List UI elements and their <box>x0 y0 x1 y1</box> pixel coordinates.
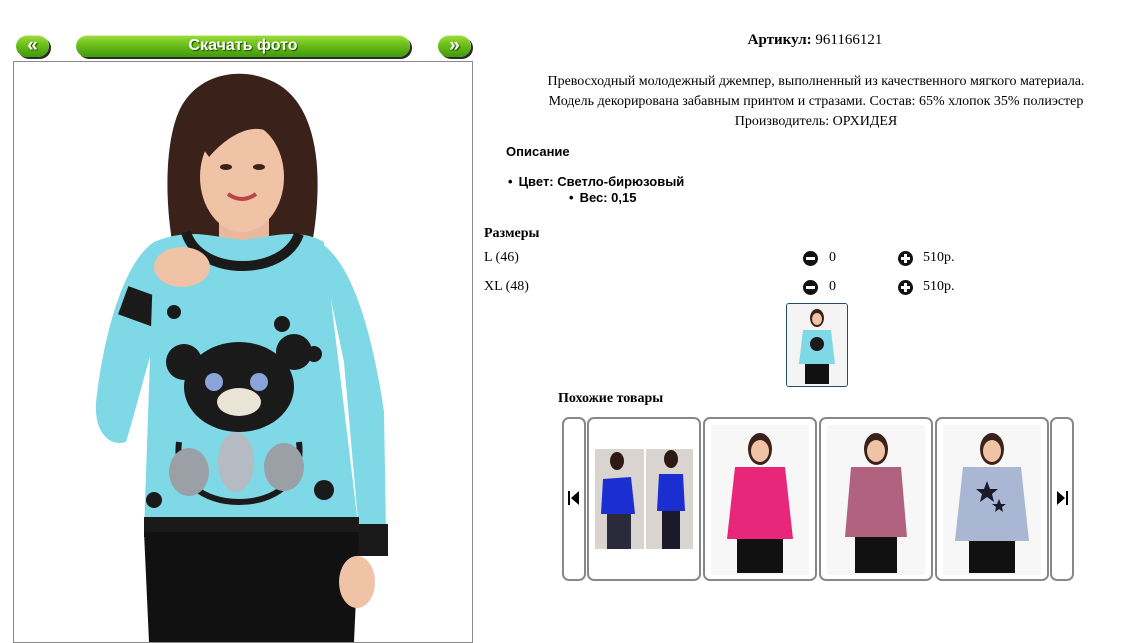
similar-products-heading: Похожие товары <box>558 391 664 406</box>
size-price: 510р. <box>923 279 955 294</box>
similar-product-card[interactable] <box>587 417 701 581</box>
minus-circle-icon[interactable] <box>803 251 818 266</box>
description-line: Превосходный молодежный джемпер, выполне… <box>547 74 1085 89</box>
similar-product-image <box>595 449 693 549</box>
quantity-value: 0 <box>829 279 836 294</box>
description-line: Производитель: ОРХИДЕЯ <box>734 114 898 129</box>
size-price: 510р. <box>923 250 955 265</box>
prev-photo-button[interactable]: « <box>16 35 49 57</box>
sku-value: 961166121 <box>815 32 883 48</box>
download-photo-button[interactable]: Скачать фото <box>76 35 410 57</box>
plus-circle-icon[interactable] <box>898 251 913 266</box>
description-line: Модель декорирована забавным принтом и с… <box>548 94 1084 109</box>
size-name: L (46) <box>484 250 519 265</box>
next-photo-button[interactable]: » <box>438 35 471 57</box>
skip-back-icon <box>568 491 579 505</box>
carousel-prev-button[interactable] <box>562 417 586 581</box>
sku-line: Артикул: 961166121 <box>600 32 1030 49</box>
model-sweater-illustration <box>95 73 388 642</box>
skip-forward-icon <box>1057 491 1068 505</box>
thumbnail-image <box>787 304 847 386</box>
size-row-l: L (46) 0 510р. <box>484 250 1004 270</box>
color-bullet: Цвет: Светло-бирюзовый <box>508 174 685 189</box>
quantity-value: 0 <box>829 250 836 265</box>
similar-product-image <box>943 425 1041 575</box>
sku-label: Артикул: <box>747 32 812 48</box>
similar-product-card[interactable] <box>819 417 933 581</box>
similar-product-image <box>827 425 925 575</box>
carousel-next-button[interactable] <box>1050 417 1074 581</box>
sizes-heading: Размеры <box>484 226 540 241</box>
similar-product-card[interactable] <box>935 417 1049 581</box>
size-row-xl: XL (48) 0 510р. <box>484 279 1004 299</box>
product-thumbnail[interactable] <box>786 303 848 387</box>
size-name: XL (48) <box>484 279 529 294</box>
product-description: Превосходный молодежный джемпер, выполне… <box>496 72 1136 132</box>
similar-product-card[interactable] <box>703 417 817 581</box>
minus-circle-icon[interactable] <box>803 280 818 295</box>
description-heading: Описание <box>506 144 570 159</box>
weight-bullet: Вес: 0,15 <box>569 190 637 205</box>
similar-product-image <box>711 425 809 575</box>
product-photo <box>13 61 473 643</box>
plus-circle-icon[interactable] <box>898 280 913 295</box>
